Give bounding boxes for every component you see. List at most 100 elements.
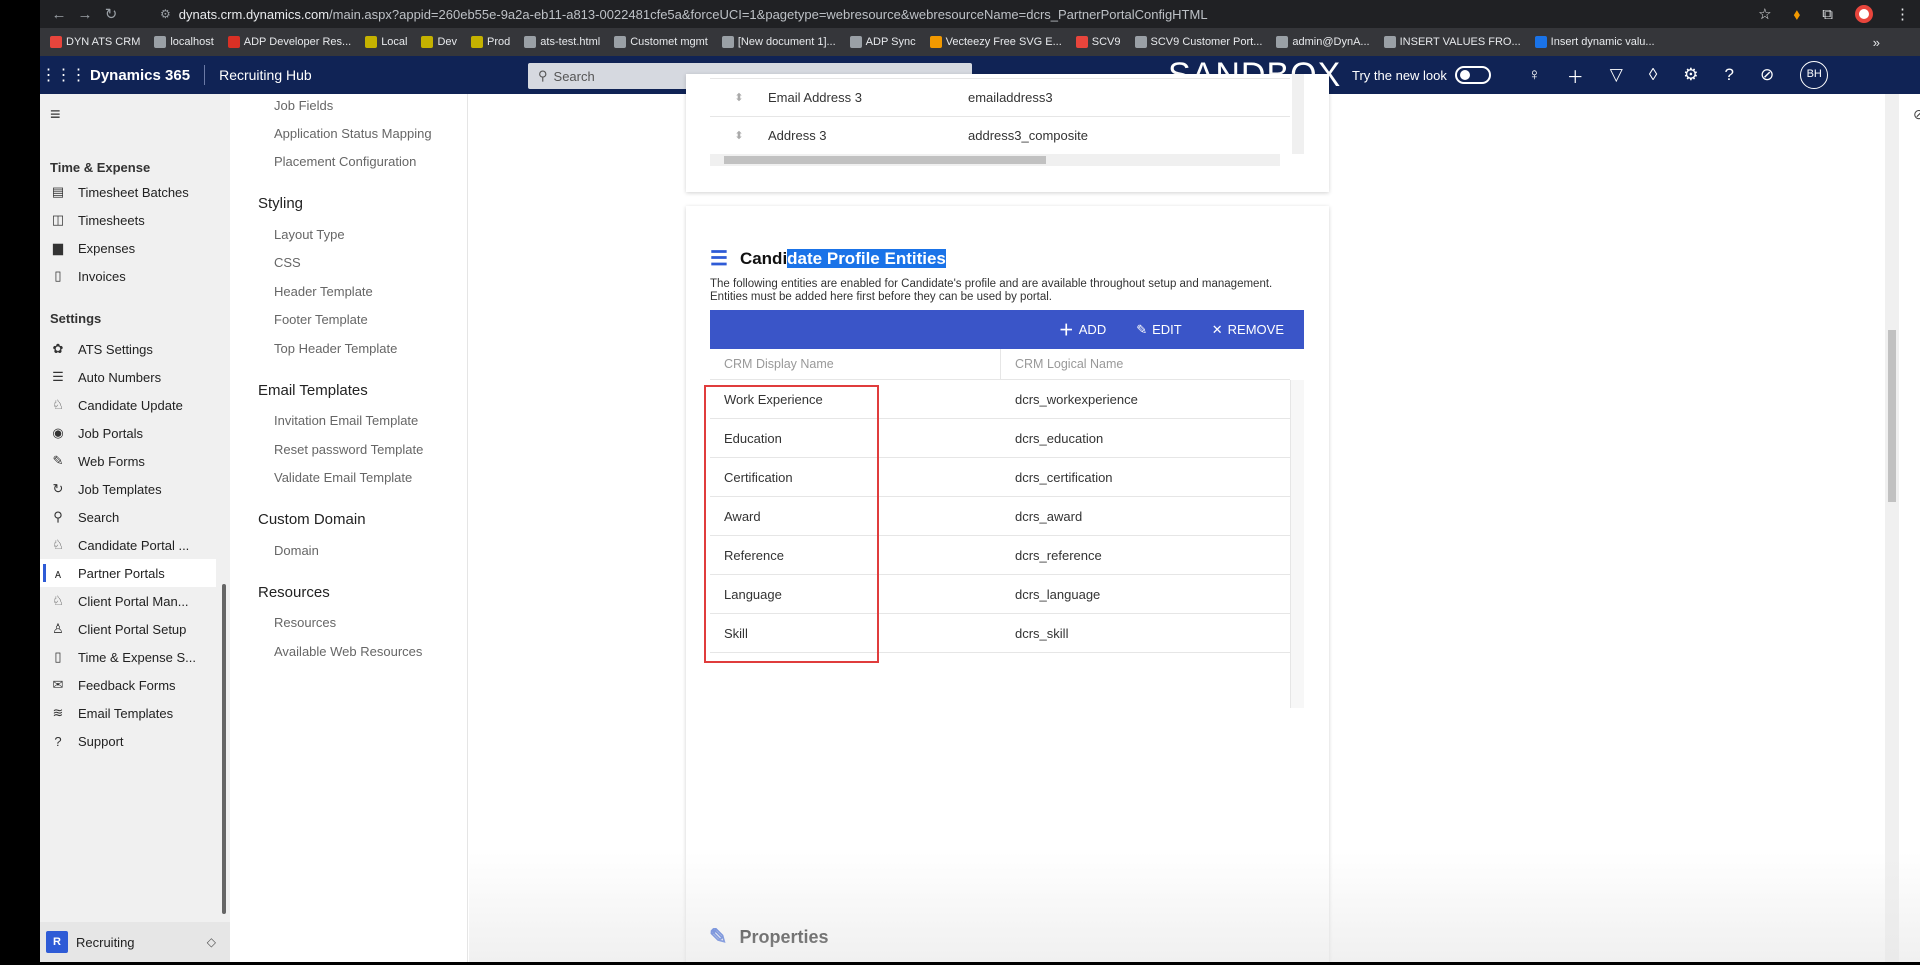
menu-domain[interactable]: Domain — [274, 543, 319, 558]
browser-toolbar: ← → ↻ ⚙ dynats.crm.dynamics.com/main.asp… — [40, 0, 1920, 28]
menu-header-template[interactable]: Header Template — [274, 284, 373, 299]
sitemap-scrollbar[interactable] — [222, 584, 226, 914]
sidebar-item-ats-settings[interactable]: ✿ ATS Settings — [40, 335, 216, 363]
site-settings-icon[interactable]: ⚙ — [160, 7, 171, 21]
bookmark-item[interactable]: ADP Sync — [849, 36, 916, 48]
area-switcher[interactable]: R Recruiting ◇ — [40, 922, 230, 962]
sidebar-item-candidate-update[interactable]: ♘ Candidate Update — [40, 391, 216, 419]
cell-display-name: Address 3 — [768, 128, 827, 143]
sidebar-item-timesheet-batches[interactable]: ▤ Timesheet Batches — [40, 178, 216, 206]
sidebar-item-client-portal-man[interactable]: ♘ Client Portal Man... — [40, 587, 216, 615]
bookmark-star-icon[interactable]: ☆ — [1758, 5, 1771, 23]
try-new-look[interactable]: Try the new look — [1352, 56, 1491, 94]
filter-icon[interactable]: ▽ — [1610, 65, 1623, 85]
page-scroll-thumb[interactable] — [1888, 330, 1896, 502]
horizontal-scrollbar[interactable] — [710, 154, 1280, 166]
sidebar-item-candidate-portal[interactable]: ♘ Candidate Portal ... — [40, 531, 216, 559]
chrome-menu-icon[interactable]: ⋮ — [1895, 5, 1910, 23]
bookmark-item[interactable]: Dev — [421, 36, 457, 48]
bookmark-item[interactable]: Customet mgmt — [614, 36, 708, 48]
bookmarks-overflow-icon[interactable]: » — [1873, 35, 1880, 50]
sidebar-item-support[interactable]: ? Support — [40, 727, 216, 755]
sidebar-item-client-portal-setup[interactable]: ♙ Client Portal Setup — [40, 615, 216, 643]
new-look-toggle[interactable] — [1454, 66, 1491, 84]
sidebar-item-job-portals[interactable]: ◉ Job Portals — [40, 419, 216, 447]
address-bar[interactable]: ⚙ dynats.crm.dynamics.com/main.aspx?appi… — [160, 0, 1208, 28]
bookmark-label: Local — [381, 36, 408, 48]
menu-available-web-resources[interactable]: Available Web Resources — [274, 644, 422, 659]
sidebar-item-label: Client Portal Man... — [78, 593, 189, 609]
help-icon[interactable]: ? — [1724, 65, 1733, 85]
remove-button[interactable]: ✕ REMOVE — [1212, 322, 1284, 338]
drag-handle-icon[interactable]: ⬍ — [710, 129, 768, 142]
config-menu: Job Fields Application Status Mapping Pl… — [232, 94, 468, 962]
bookmark-item[interactable]: Insert dynamic valu... — [1534, 36, 1655, 48]
sidebar-item-icon: ♘ — [52, 397, 64, 412]
back-icon[interactable]: ← — [46, 6, 72, 23]
menu-validate-email-template[interactable]: Validate Email Template — [274, 470, 412, 485]
menu-layout-type[interactable]: Layout Type — [274, 227, 345, 242]
bookmark-item[interactable]: Local — [365, 36, 407, 48]
menu-resources[interactable]: Resources — [274, 615, 336, 630]
bookmark-item[interactable]: [New document 1]... — [721, 36, 836, 48]
sidebar-item-invoices[interactable]: ▯ Invoices — [40, 262, 216, 290]
menu-application-status-mapping[interactable]: Application Status Mapping — [274, 126, 432, 141]
avatar[interactable]: BH — [1800, 61, 1829, 89]
sidebar-item-search[interactable]: ⚲ Search — [40, 503, 216, 531]
bookmark-item[interactable]: SCV9 — [1075, 36, 1121, 48]
gear-icon[interactable]: ⚙ — [1683, 65, 1698, 85]
sidebar-item-web-forms[interactable]: ✎ Web Forms — [40, 447, 216, 475]
area-badge: R — [46, 931, 68, 953]
edit-button[interactable]: ✎ EDIT — [1136, 322, 1182, 338]
menu-reset-password-template[interactable]: Reset password Template — [274, 442, 423, 457]
menu-invitation-email-template[interactable]: Invitation Email Template — [274, 413, 418, 428]
bookmark-item[interactable]: Prod — [471, 36, 510, 48]
column-header-logical-name[interactable]: CRM Logical Name — [1001, 349, 1123, 379]
sidebar-item-feedback-forms[interactable]: ✉ Feedback Forms — [40, 671, 216, 699]
bookmark-item[interactable]: Vecteezy Free SVG E... — [929, 36, 1062, 48]
page-vertical-scrollbar[interactable] — [1885, 94, 1899, 962]
vertical-scrollbar[interactable] — [1292, 74, 1304, 154]
drag-handle-icon[interactable]: ⬍ — [710, 91, 768, 104]
column-header-display-name[interactable]: CRM Display Name — [710, 349, 1001, 379]
bookmark-item[interactable]: ADP Developer Res... — [227, 36, 351, 48]
scroll-thumb[interactable] — [724, 156, 1046, 164]
bookmark-item[interactable]: admin@DynA... — [1276, 36, 1370, 48]
bookmark-item[interactable]: SCV9 Customer Port... — [1134, 36, 1262, 48]
sidebar-item-label: Timesheet Batches — [78, 184, 189, 200]
profile-icon[interactable] — [1855, 5, 1873, 23]
menu-top-header-template[interactable]: Top Header Template — [274, 341, 397, 356]
table-row[interactable]: ⬍ Email Address 3 emailaddress3 — [710, 78, 1290, 116]
extensions-puzzle-icon[interactable]: ⧉ — [1822, 6, 1833, 23]
sidebar-item-email-templates[interactable]: ≋ Email Templates — [40, 699, 216, 727]
reload-icon[interactable]: ↻ — [98, 5, 124, 23]
plus-icon[interactable]: ＋ — [1567, 63, 1584, 88]
bell-icon[interactable]: ◊ — [1649, 65, 1657, 85]
entities-vertical-scrollbar[interactable] — [1290, 380, 1304, 708]
menu-css[interactable]: CSS — [274, 255, 301, 270]
sidebar-item-auto-numbers[interactable]: ☰ Auto Numbers — [40, 363, 216, 391]
copilot-icon[interactable]: ⊘ — [1760, 65, 1774, 85]
lightbulb-icon[interactable]: ♀ — [1528, 65, 1541, 85]
sidebar-item-expenses[interactable]: ▆ Expenses — [40, 234, 216, 262]
hub-name[interactable]: Recruiting Hub — [219, 67, 312, 83]
sidebar-item-timesheets[interactable]: ◫ Timesheets — [40, 206, 216, 234]
menu-placement-configuration[interactable]: Placement Configuration — [274, 154, 416, 169]
bookmark-item[interactable]: ats-test.html — [524, 36, 600, 48]
sidebar-item-job-templates[interactable]: ↻ Job Templates — [40, 475, 216, 503]
bookmark-item[interactable]: INSERT VALUES FRO... — [1383, 36, 1521, 48]
table-row[interactable]: ⬍ Address 3 address3_composite — [710, 116, 1290, 154]
menu-job-fields[interactable]: Job Fields — [274, 98, 333, 113]
sidebar-item-time-expense-s[interactable]: ▯ Time & Expense S... — [40, 643, 216, 671]
bookmark-item[interactable]: DYN ATS CRM — [50, 36, 140, 48]
bookmark-item[interactable]: localhost — [154, 36, 214, 48]
add-button[interactable]: ＋ ADD — [1059, 319, 1106, 340]
extension-icon[interactable]: ⬧ — [1794, 6, 1801, 23]
menu-footer-template[interactable]: Footer Template — [274, 312, 368, 327]
forward-icon[interactable]: → — [72, 6, 98, 23]
copilot-side-icon[interactable]: ⊘ — [1913, 106, 1920, 123]
hamburger-icon[interactable]: ≡ — [50, 104, 61, 125]
sidebar-item-partner-portals[interactable]: ᴀ Partner Portals — [40, 559, 216, 587]
app-launcher-icon[interactable]: ⋮⋮⋮ — [40, 65, 87, 85]
app-name[interactable]: Dynamics 365 — [90, 67, 190, 84]
